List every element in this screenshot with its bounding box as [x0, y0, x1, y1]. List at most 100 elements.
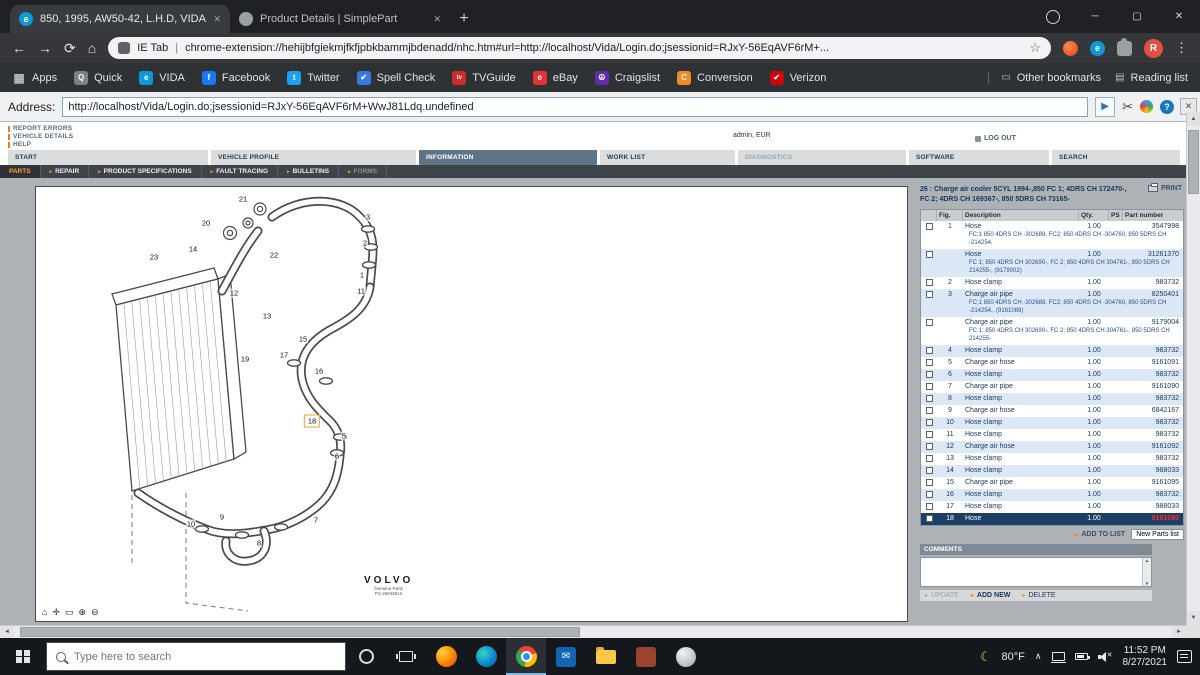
table-row[interactable]: 13 Hose clamp 1.00 983732: [921, 453, 1183, 466]
scroll-down-arrow[interactable]: ▼: [1187, 611, 1200, 625]
hidden-icons-chevron[interactable]: ∧: [1035, 651, 1042, 662]
mail-button[interactable]: ✉: [546, 638, 586, 675]
bookmark-vida[interactable]: e VIDA: [139, 70, 185, 85]
tab-information[interactable]: INFORMATION: [419, 150, 597, 165]
row-checkbox[interactable]: [925, 479, 933, 487]
bookmark-star-icon[interactable]: ☆: [1029, 40, 1041, 56]
diagram-callout-6[interactable]: 6: [333, 451, 341, 461]
taskbar-search[interactable]: [46, 642, 346, 671]
bookmark-apps[interactable]: ▦ Apps: [12, 71, 57, 85]
comments-scroll-up-icon[interactable]: ▲: [1145, 558, 1149, 563]
table-row[interactable]: Hose 1.00 31261370 FC 1; 850 4DRS CH 302690…: [921, 248, 1183, 277]
bookmark-twitter[interactable]: t Twitter: [287, 70, 340, 85]
zoom-in-icon[interactable]: ⊕: [79, 607, 87, 618]
bookmark-conversion[interactable]: C Conversion: [677, 70, 753, 85]
volume-muted-icon[interactable]: ✕: [1097, 651, 1113, 662]
diagram-callout-22[interactable]: 22: [268, 250, 280, 260]
bookmark-reading-list[interactable]: ▤ Reading list: [1115, 72, 1188, 84]
tab-software[interactable]: SOFTWARE: [909, 150, 1049, 165]
nav-first-icon[interactable]: ◄◄: [1151, 197, 1164, 204]
row-checkbox[interactable]: [925, 371, 933, 379]
scroll-left-arrow[interactable]: ◄: [0, 626, 14, 638]
print-button[interactable]: PRINT: [1148, 183, 1182, 192]
weather-moon-icon[interactable]: ☾: [980, 649, 992, 665]
row-checkbox[interactable]: [925, 407, 933, 415]
add-new-button[interactable]: ▸ ADD NEW: [971, 592, 1010, 599]
subtab-fault-tracing[interactable]: ▸ FAULT TRACING: [202, 165, 279, 178]
forward-icon[interactable]: →: [38, 41, 52, 55]
table-row[interactable]: 10 Hose clamp 1.00 983732: [921, 417, 1183, 430]
link-report-errors[interactable]: REPORT ERRORS: [8, 125, 73, 132]
bookmark-tvguide[interactable]: tv TVGuide: [452, 70, 516, 85]
weather-temp[interactable]: 80°F: [1002, 651, 1025, 663]
row-checkbox[interactable]: [925, 278, 933, 286]
new-parts-list-button[interactable]: New Parts list: [1131, 529, 1184, 541]
vertical-scroll-thumb[interactable]: [1188, 130, 1199, 194]
back-icon[interactable]: ←: [12, 41, 26, 55]
chrome-button[interactable]: [506, 638, 546, 675]
subtab-parts[interactable]: PARTS: [0, 165, 41, 178]
go-button[interactable]: ▶: [1095, 96, 1116, 117]
comments-scrollbar[interactable]: ▲ ▼: [1142, 558, 1151, 587]
zoom-out-icon[interactable]: ⊖: [91, 607, 99, 618]
table-row[interactable]: 17 Hose clamp 1.00 988033: [921, 501, 1183, 514]
table-row[interactable]: 16 Hose clamp 1.00 983732: [921, 489, 1183, 502]
subtab-bulletins[interactable]: ▸ BULLETINS: [278, 165, 340, 178]
firefox-button[interactable]: [426, 638, 466, 675]
row-checkbox[interactable]: [925, 503, 933, 511]
diagram-callout-12[interactable]: 12: [228, 288, 240, 298]
window-close-button[interactable]: ✕: [1158, 0, 1200, 33]
row-checkbox[interactable]: [925, 455, 933, 463]
bookmark-spell-check[interactable]: ✔ Spell Check: [356, 70, 435, 85]
row-checkbox[interactable]: [925, 222, 933, 230]
row-checkbox[interactable]: [925, 290, 933, 298]
profile-avatar[interactable]: R: [1144, 38, 1163, 58]
ietab-url-input[interactable]: [62, 96, 1089, 117]
maximize-button[interactable]: ▢: [1116, 0, 1158, 33]
diagram-callout-1[interactable]: 1: [358, 270, 366, 280]
search-input[interactable]: [74, 650, 336, 663]
update-button[interactable]: ▸ UPDATE: [925, 592, 959, 599]
table-row[interactable]: 5 Charge air hose 1.00 9161091: [921, 357, 1183, 370]
table-row[interactable]: 14 Hose clamp 1.00 988033: [921, 465, 1183, 478]
tab-diagnostics[interactable]: DIAGNOSTICS: [738, 150, 906, 165]
row-checkbox[interactable]: [925, 347, 933, 355]
row-checkbox[interactable]: [925, 443, 933, 451]
row-checkbox[interactable]: [925, 419, 933, 427]
row-checkbox[interactable]: [925, 467, 933, 475]
subtab-product-specifications[interactable]: ▸ PRODUCT SPECIFICATIONS: [89, 165, 202, 178]
table-row[interactable]: 12 Charge air hose 1.00 9161092: [921, 441, 1183, 454]
diagram-callout-23[interactable]: 23: [148, 252, 160, 262]
bookmark-ebay[interactable]: e eBay: [532, 70, 578, 85]
tab-close-icon[interactable]: ✕: [433, 14, 441, 25]
vertical-scroll-track[interactable]: [1187, 126, 1200, 611]
row-checkbox[interactable]: [925, 431, 933, 439]
browser-menu-icon[interactable]: ⋮: [1175, 40, 1188, 56]
new-tab-button[interactable]: +: [450, 5, 478, 33]
table-row[interactable]: 6 Hose clamp 1.00 983732: [921, 369, 1183, 382]
diagram-callout-18[interactable]: 18: [303, 414, 321, 428]
horizontal-scroll-thumb[interactable]: [20, 627, 580, 637]
subtab-forms[interactable]: ▸ FORMS: [339, 165, 388, 178]
diagram-callout-5[interactable]: 5: [340, 431, 348, 441]
pan-icon[interactable]: ✛: [52, 607, 60, 618]
row-checkbox[interactable]: [925, 250, 933, 258]
reload-icon[interactable]: ⟳: [64, 41, 76, 55]
action-center-icon[interactable]: [1177, 650, 1192, 663]
diagram-callout-21[interactable]: 21: [237, 194, 249, 204]
diagram-callout-14[interactable]: 14: [187, 244, 199, 254]
photos-button[interactable]: [626, 638, 666, 675]
tab-start[interactable]: START: [8, 150, 208, 165]
row-checkbox[interactable]: [925, 395, 933, 403]
battery-icon[interactable]: [1074, 653, 1090, 660]
table-row[interactable]: 1 Hose 1.00 3547998 FC;1 850 4DRS CH -302689…: [921, 220, 1183, 249]
diagram-callout-2[interactable]: 2: [361, 238, 369, 248]
link-vehicle-details[interactable]: VEHICLE DETAILS: [8, 133, 73, 140]
table-row[interactable]: Charge air pipe 1.00 9179004 FC 1; 850 4DRS…: [921, 317, 1183, 346]
table-row[interactable]: 11 Hose clamp 1.00 983732: [921, 429, 1183, 442]
tab-close-icon[interactable]: ✕: [213, 14, 221, 25]
bookmark-quick[interactable]: Q Quick: [74, 70, 122, 85]
bookmark-other-bookmarks[interactable]: ▭ Other bookmarks: [1001, 72, 1101, 84]
tab-work-list[interactable]: WORK LIST: [600, 150, 735, 165]
table-row[interactable]: 7 Charge air pipe 1.00 9161090: [921, 381, 1183, 394]
